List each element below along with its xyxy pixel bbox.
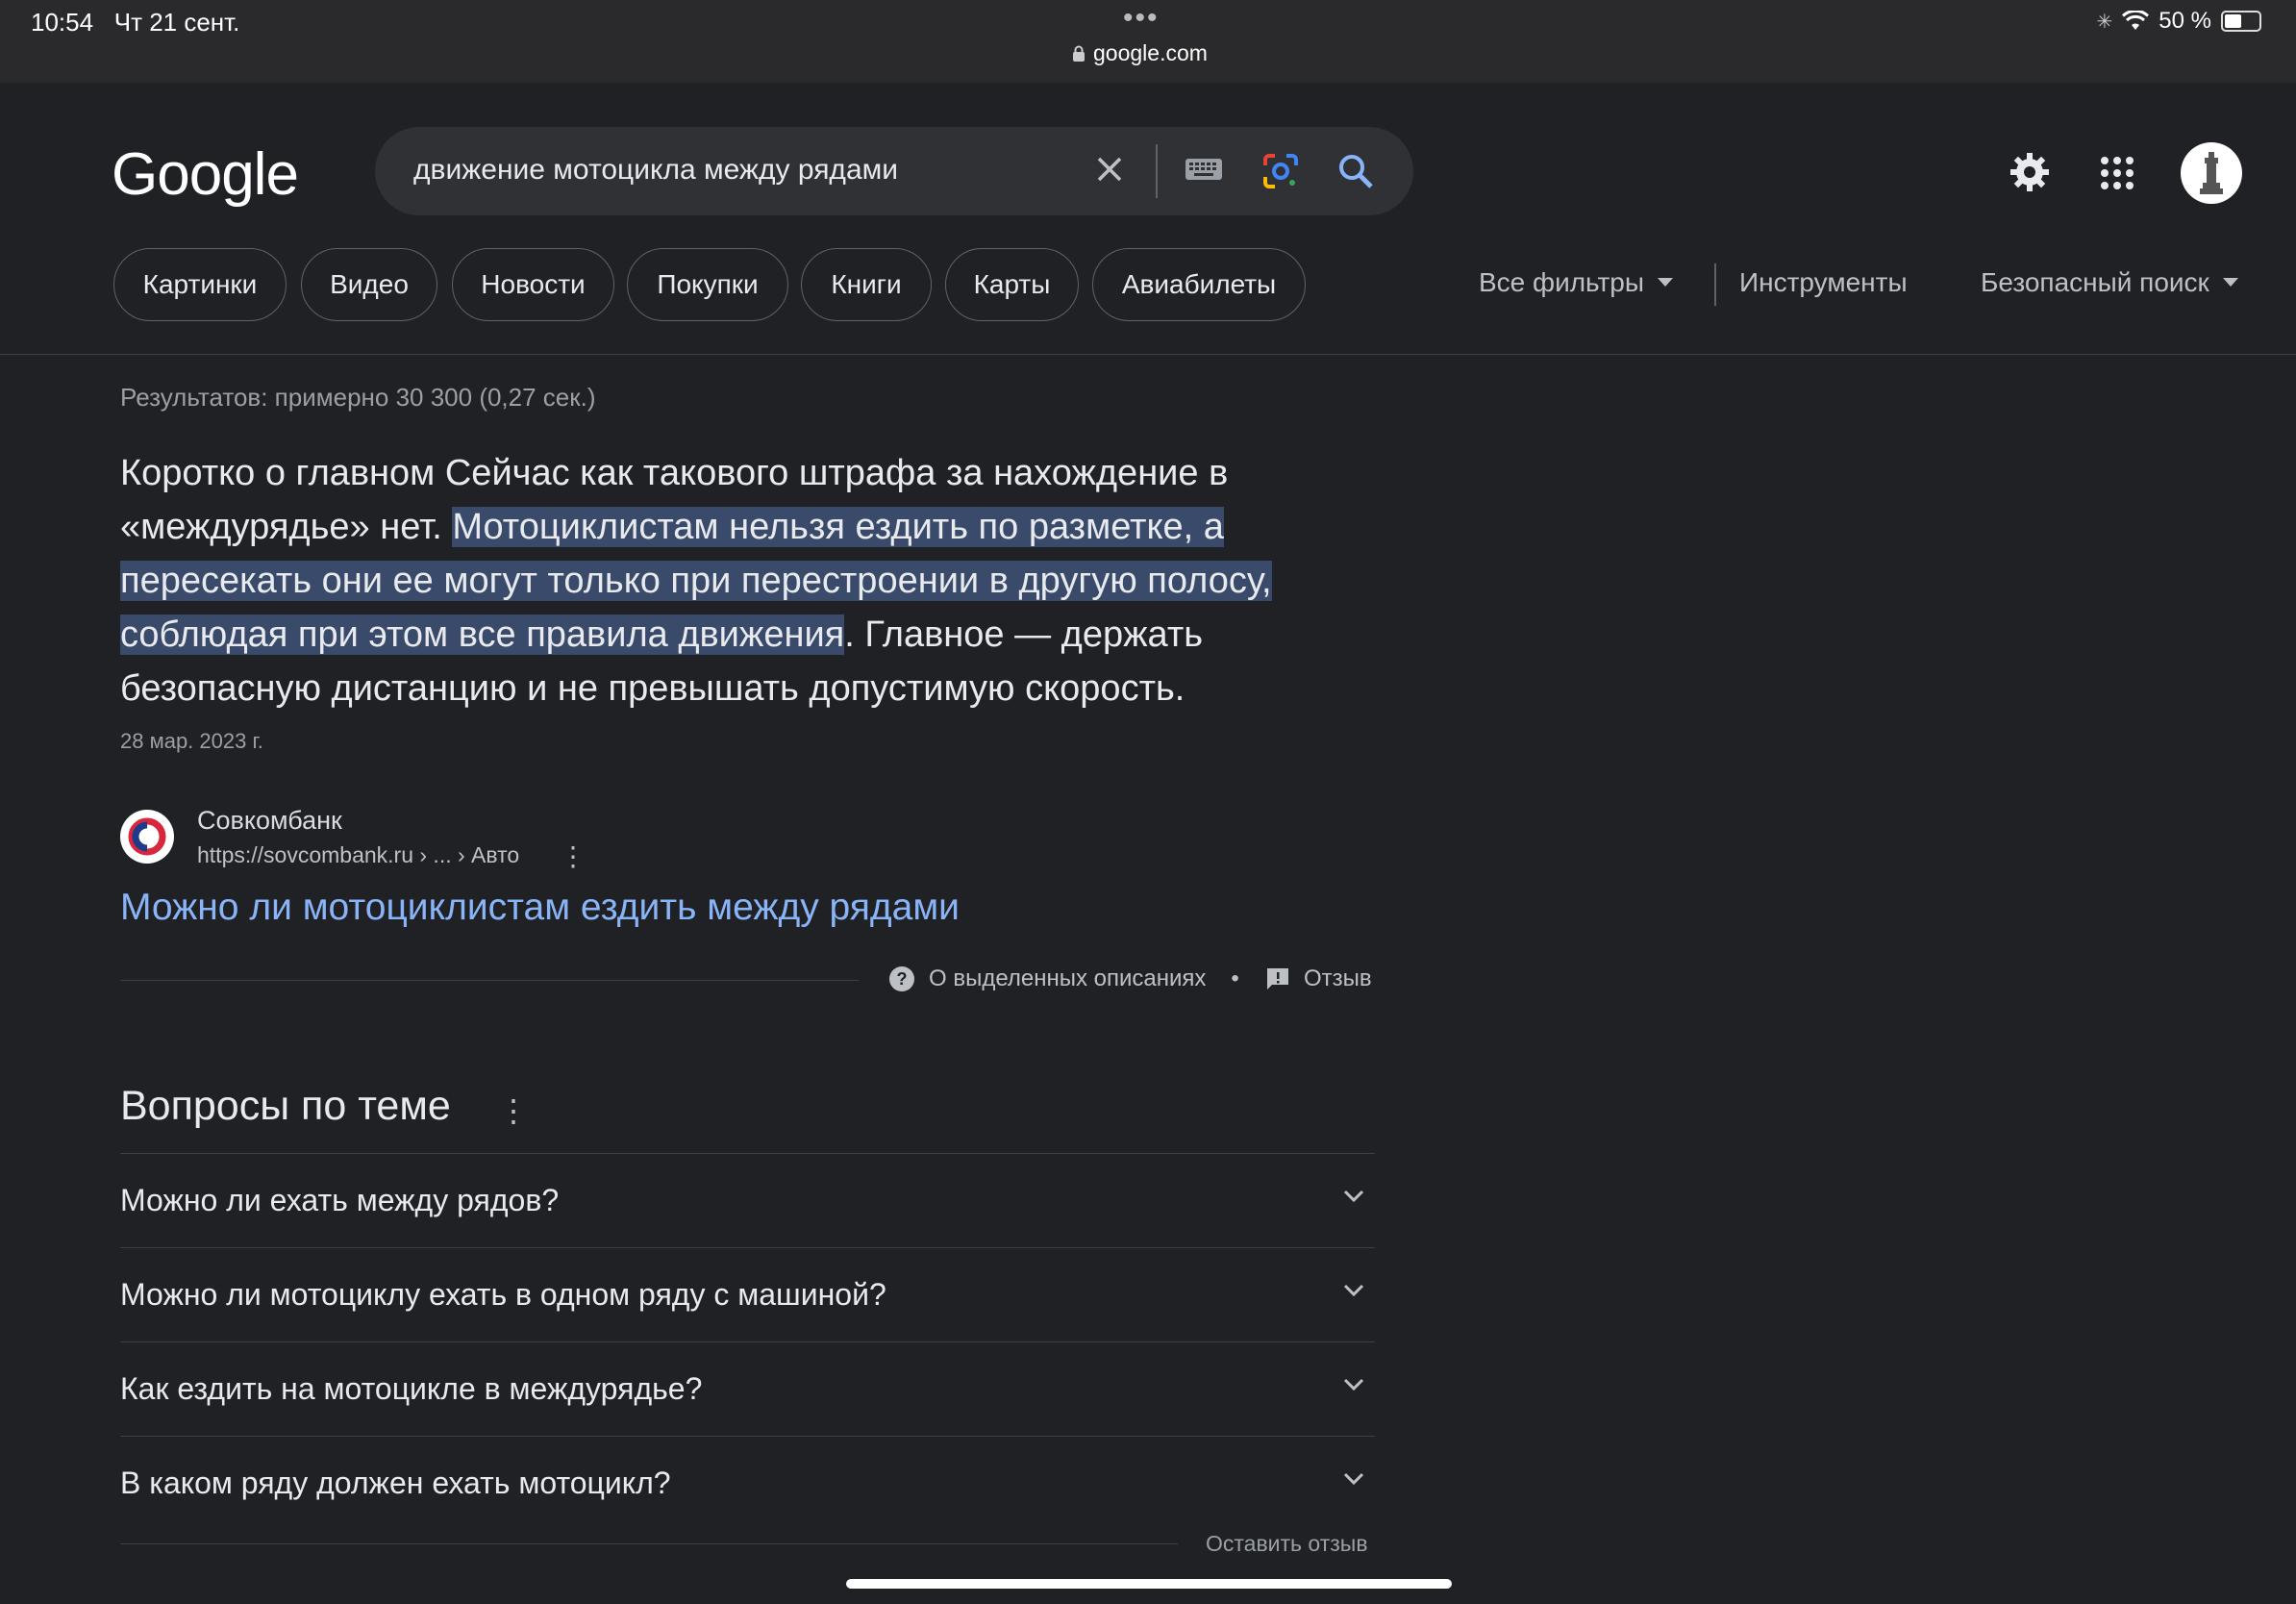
more-options-icon[interactable]: ⋮ xyxy=(560,840,586,872)
paa-question-text: Можно ли ехать между рядов? xyxy=(120,1183,560,1217)
settings-gear-icon[interactable] xyxy=(2008,150,2052,194)
apps-grid-icon[interactable] xyxy=(2096,152,2138,194)
header-divider xyxy=(0,354,2296,355)
paa-question[interactable]: В каком ряду должен ехать мотоцикл? xyxy=(120,1436,1375,1529)
chip-video[interactable]: Видео xyxy=(301,248,437,321)
chevron-down-icon xyxy=(1343,1472,1364,1486)
tools-divider xyxy=(1714,263,1716,306)
search-input[interactable]: движение мотоцикла между рядами xyxy=(413,154,898,187)
status-time-date: 10:54 Чт 21 сент. xyxy=(31,8,240,37)
paa-divider xyxy=(120,1543,1178,1544)
wifi-icon xyxy=(2122,11,2150,30)
chip-maps[interactable]: Карты xyxy=(945,248,1079,321)
loading-spinner-icon: ✳ xyxy=(2096,11,2113,33)
safe-search-button[interactable]: Безопасный поиск xyxy=(1981,267,2238,298)
paa-question-text: Можно ли мотоциклу ехать в одном ряду с … xyxy=(120,1277,886,1312)
source-url[interactable]: https://sovcombank.ru › ... › Авто xyxy=(197,842,519,868)
google-logo[interactable]: Google xyxy=(112,140,299,209)
feedback-label: Отзыв xyxy=(1304,965,1372,991)
keyboard-icon[interactable] xyxy=(1183,154,1225,185)
all-filters-button[interactable]: Все фильтры xyxy=(1479,267,1673,298)
more-dots-icon[interactable]: ••• xyxy=(1123,2,1160,35)
lock-icon xyxy=(1073,45,1085,62)
chip-shopping[interactable]: Покупки xyxy=(627,248,788,321)
battery-icon xyxy=(2221,11,2261,32)
account-avatar[interactable] xyxy=(2181,142,2242,204)
dropdown-arrow-icon xyxy=(1657,278,1673,287)
status-bar: 10:54 Чт 21 сент. ••• google.com ✳ 50 % xyxy=(0,0,2296,83)
status-indicators: ✳ 50 % xyxy=(2097,8,2261,35)
feedback-icon xyxy=(1267,968,1288,990)
search-icon[interactable] xyxy=(1335,150,1377,192)
dropdown-arrow-icon xyxy=(2222,278,2238,287)
google-lens-icon[interactable] xyxy=(1260,150,1302,192)
clear-icon[interactable] xyxy=(1090,150,1129,188)
tools-button[interactable]: Инструменты xyxy=(1739,267,1908,298)
paa-question[interactable]: Можно ли мотоциклу ехать в одном ряду с … xyxy=(120,1247,1375,1341)
paa-more-icon[interactable]: ⋮ xyxy=(498,1092,529,1129)
address-bar[interactable]: google.com xyxy=(1072,40,1208,66)
paa-question-text: В каком ряду должен ехать мотоцикл? xyxy=(120,1466,671,1500)
search-divider xyxy=(1156,144,1158,198)
result-title-link[interactable]: Можно ли мотоциклистам ездить между ряда… xyxy=(120,887,960,929)
help-icon: ? xyxy=(889,966,914,991)
separator-dot: • xyxy=(1231,965,1239,991)
chevron-down-icon xyxy=(1343,1284,1364,1297)
paa-question[interactable]: Как ездить на мотоцикле в междурядье? xyxy=(120,1341,1375,1435)
paa-feedback-link[interactable]: Оставить отзыв xyxy=(1206,1531,1368,1557)
paa-question-text: Как ездить на мотоцикле в междурядье? xyxy=(120,1371,703,1406)
home-indicator[interactable] xyxy=(846,1579,1452,1589)
chevron-down-icon xyxy=(1343,1190,1364,1203)
about-featured-snippets[interactable]: ? О выделенных описаниях • xyxy=(888,965,1239,992)
paa-question[interactable]: Можно ли ехать между рядов? xyxy=(120,1153,1375,1246)
chip-flights[interactable]: Авиабилеты xyxy=(1092,248,1306,321)
chip-news[interactable]: Новости xyxy=(452,248,614,321)
battery-percent: 50 % xyxy=(2159,8,2211,34)
svg-text:?: ? xyxy=(897,969,908,989)
chip-books[interactable]: Книги xyxy=(801,248,932,321)
snippet-divider xyxy=(120,980,859,981)
all-filters-label: Все фильтры xyxy=(1479,267,1644,297)
source-name[interactable]: Совкомбанк xyxy=(197,806,342,836)
chip-images[interactable]: Картинки xyxy=(113,248,287,321)
snippet-date: 28 мар. 2023 г. xyxy=(120,729,263,753)
results-stats: Результатов: примерно 30 300 (0,27 сек.) xyxy=(120,383,596,412)
featured-snippet-text: Коротко о главном Сейчас как такового шт… xyxy=(120,446,1389,715)
chevron-down-icon xyxy=(1343,1378,1364,1391)
about-label: О выделенных описаниях xyxy=(929,965,1207,991)
safe-search-label: Безопасный поиск xyxy=(1981,267,2209,297)
paa-title: Вопросы по теме xyxy=(120,1083,451,1129)
feedback-button[interactable]: Отзыв xyxy=(1265,965,1372,992)
sovcombank-logo-icon[interactable] xyxy=(120,810,174,864)
url-text: google.com xyxy=(1093,40,1208,65)
